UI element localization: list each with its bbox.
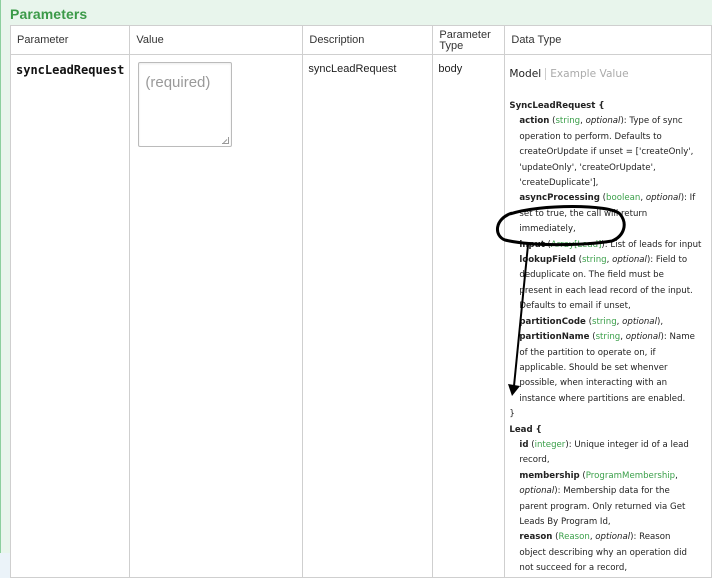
prop-line: input (Array[Lead]): List of leads for i… <box>519 239 702 250</box>
prop-line: reason (Reason, optional): Reason <box>519 532 671 543</box>
prop-line: parent program. Only returned via Get <box>519 501 686 512</box>
prop-line: id (integer): Unique integer id of a lea… <box>519 439 689 450</box>
prop-line: partitionCode (string, optional), <box>519 316 664 327</box>
prop-line: deduplicate on. The field must be <box>519 270 664 281</box>
prop-line: operation to perform. Defaults to <box>519 131 662 142</box>
prop-line: partitionName (string, optional): Name <box>519 332 695 343</box>
prop-line: 'updateOnly', 'createOrUpdate', <box>519 162 656 173</box>
prop-line: optional): Membership data for the <box>519 486 670 497</box>
value-cell: (required) <box>129 54 304 578</box>
model-title-synclead: SyncLeadRequest { <box>509 101 605 111</box>
data-type-cell: Model Example Value SyncLeadRequest { act… <box>504 54 712 578</box>
col-header-parameter: Parameter <box>9 25 131 55</box>
prop-line: record, <box>519 455 550 466</box>
col-header-value: Value <box>129 25 304 55</box>
value-textarea[interactable]: (required) <box>138 62 233 147</box>
model-tabs: Model Example Value <box>509 55 708 99</box>
prop-line: asyncProcessing (boolean, optional): If <box>519 193 696 204</box>
prop-line: possible, when interacting with an <box>519 378 668 389</box>
prop-line: action (string, optional): Type of sync <box>519 116 683 127</box>
param-name: syncLeadRequest <box>16 63 125 77</box>
panel-title: Parameters <box>10 6 88 22</box>
col-header-data-type: Data Type <box>504 25 712 55</box>
prop-line: Defaults to email if unset, <box>519 301 631 312</box>
synclead-properties: action (string, optional): Type of sync … <box>509 114 708 407</box>
prop-line: Leads By Program Id, <box>519 516 611 527</box>
param-type-cell: body <box>432 54 506 578</box>
param-name-cell: syncLeadRequest <box>9 54 131 578</box>
prop-line: createOrUpdate if unset = ['createOnly', <box>519 147 694 158</box>
parameters-panel: Parameters Parameter Value Description P… <box>0 0 712 578</box>
prop-line: not succeed for a record, <box>519 563 628 574</box>
prop-line: present in each lead record of the input… <box>519 285 693 296</box>
param-type: body <box>438 63 463 75</box>
resize-handle-icon[interactable] <box>222 137 230 144</box>
prop-line: set to true, the call will return <box>519 208 648 219</box>
col-header-ptype-line2: Type <box>439 40 464 52</box>
prop-line: membership (ProgramMembership, <box>519 470 678 481</box>
prop-line: immediately, <box>519 224 576 235</box>
prop-line: object describing why an operation did <box>519 547 687 558</box>
col-header-description: Description <box>302 25 434 55</box>
parameters-table: Parameter Value Description Parameter Typ… <box>9 25 712 578</box>
param-description: syncLeadRequest <box>308 63 397 75</box>
value-placeholder: (required) <box>145 74 211 91</box>
data-type-model: Model Example Value SyncLeadRequest { act… <box>505 55 711 577</box>
table-header-row: Parameter Value Description Parameter Typ… <box>9 25 712 55</box>
description-cell: syncLeadRequest <box>302 54 434 578</box>
tab-example-value[interactable]: Example Value <box>546 68 628 80</box>
model-close-brace: } <box>509 409 515 420</box>
lead-properties: id (integer): Unique integer id of a lea… <box>509 438 708 577</box>
prop-line: of the partition to operate on, if <box>519 347 656 358</box>
prop-line: applicable. Should be set whenver <box>519 362 668 373</box>
col-header-parameter-type: Parameter Type <box>432 25 506 55</box>
prop-line: instance where partitions are enabled. <box>519 393 686 404</box>
prop-line: 'createDuplicate'], <box>519 178 599 189</box>
model-title-lead: Lead { <box>509 424 542 435</box>
tab-model[interactable]: Model <box>509 68 547 80</box>
table-row: syncLeadRequest (required) syncLeadReque… <box>9 54 712 578</box>
prop-line: lookupField (string, optional): Field to <box>519 255 688 266</box>
